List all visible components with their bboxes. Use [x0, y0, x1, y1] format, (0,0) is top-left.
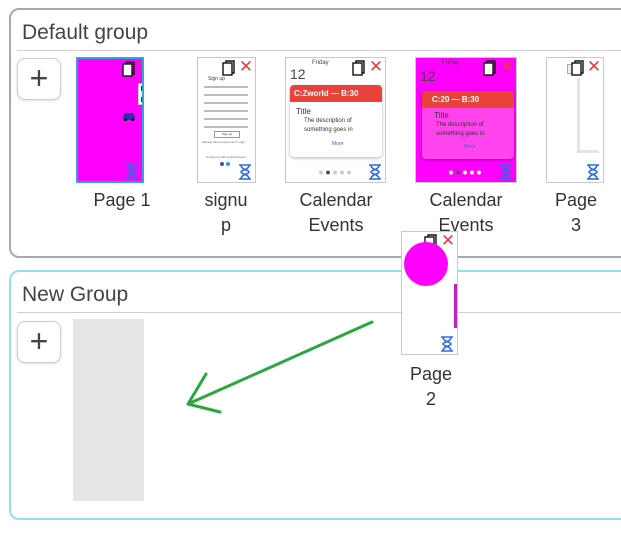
page-thumbnail-calendar-events-2[interactable]: 12 Friday ✕ C:20 — B:30 Title The descri…: [415, 57, 517, 183]
signup-button-mini: Sign up: [214, 131, 240, 138]
add-page-button[interactable]: +: [17, 58, 61, 100]
hourglass-icon[interactable]: [586, 164, 600, 180]
group-divider: [17, 312, 621, 313]
close-icon[interactable]: ✕: [238, 58, 254, 75]
close-icon[interactable]: ✕: [368, 58, 384, 75]
car-icon: [123, 113, 135, 121]
hourglass-icon[interactable]: [238, 164, 252, 180]
close-icon[interactable]: ✕: [440, 232, 456, 249]
calendar-weekday: Friday: [312, 60, 329, 66]
close-icon[interactable]: ✕: [499, 58, 515, 75]
add-page-button[interactable]: +: [17, 321, 61, 363]
signup-link-mini: Already have an account? Login: [202, 140, 245, 144]
page-label: Calendar Events: [299, 190, 373, 235]
copy-icon[interactable]: [571, 60, 585, 76]
copy-icon[interactable]: [122, 61, 136, 77]
calendar-card-title: Title: [296, 107, 311, 116]
hourglass-icon[interactable]: [368, 164, 382, 180]
page-label: Page 3: [554, 190, 598, 235]
copy-icon[interactable]: [222, 60, 236, 76]
page-thumbnail-page-1[interactable]: ✕: [76, 57, 144, 183]
drop-placeholder[interactable]: [73, 319, 144, 501]
hourglass-icon[interactable]: [125, 163, 139, 179]
bar-shape: [454, 284, 457, 328]
pagination-dots: [448, 170, 484, 175]
hourglass-icon[interactable]: [440, 336, 454, 352]
pagination-dots: [318, 170, 354, 175]
drag-arrow: [186, 320, 374, 414]
close-icon[interactable]: ✕: [136, 59, 142, 76]
page-thumbnail-signup[interactable]: ✕ Sign up Sign up Already have an accoun…: [197, 57, 256, 183]
page-label: Page 1: [93, 190, 151, 210]
page-thumbnail-page-3[interactable]: ✕: [546, 57, 604, 183]
page-label: Page 2: [409, 364, 453, 409]
hourglass-icon[interactable]: [499, 164, 513, 180]
copy-icon[interactable]: [352, 60, 366, 76]
page-label: signu p: [204, 190, 248, 235]
qr-code-icon: [138, 83, 142, 105]
calendar-card-header: C:Zworld — B:30: [290, 85, 382, 102]
default-group: Default group + ✕ Page 1 ✕ Sign up Sign …: [9, 8, 621, 258]
signup-title: Sign up: [208, 76, 225, 82]
group-divider: [17, 50, 621, 51]
signup-social-mini: Or sign up with social account: [206, 155, 246, 159]
page-thumbnail-page-2-dragging[interactable]: ✕: [401, 231, 458, 355]
group-title: Default group: [22, 21, 149, 44]
calendar-card: C:Zworld — B:30 Title The description of…: [290, 85, 382, 157]
page-thumbnail-calendar-events[interactable]: 12 Friday ✕ C:Zworld — B:30 Title The de…: [285, 57, 386, 183]
group-title: New Group: [22, 283, 129, 306]
copy-icon[interactable]: [483, 60, 497, 76]
close-icon[interactable]: ✕: [586, 58, 602, 75]
calendar-card: C:20 — B:30 Title The description of som…: [422, 91, 514, 159]
calendar-day: 12: [290, 66, 306, 82]
circle-shape: [404, 242, 448, 286]
